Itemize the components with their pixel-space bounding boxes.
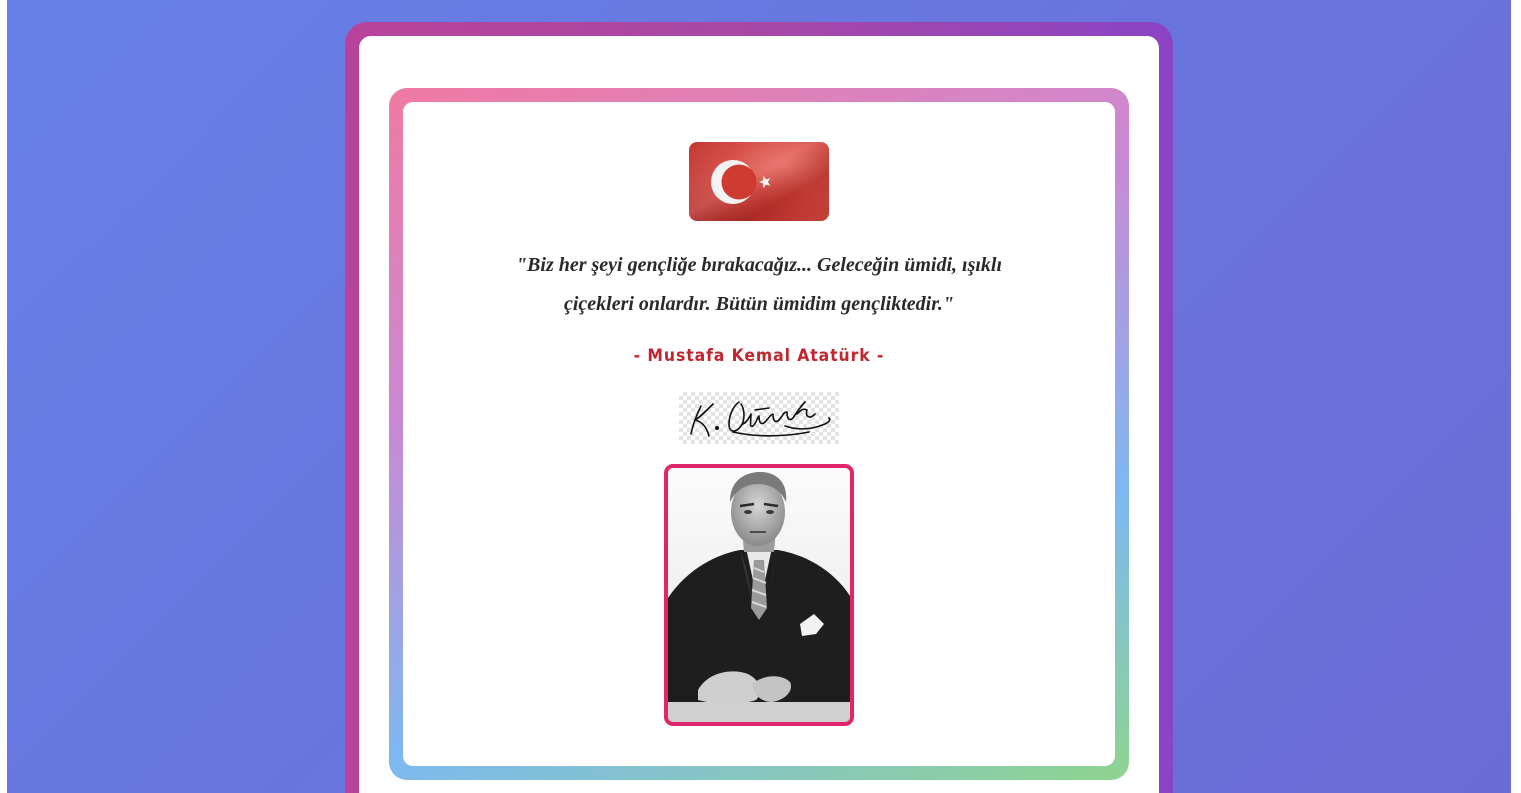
outer-frame: "Biz her şeyi gençliğe bırakacağız... Ge… — [345, 22, 1173, 793]
quote-text: "Biz her şeyi gençliğe bırakacağız... Ge… — [443, 246, 1075, 324]
portrait-photo — [664, 464, 854, 726]
author-name: - Mustafa Kemal Atatürk - — [633, 346, 885, 366]
quote-card-frame: "Biz her şeyi gençliğe bırakacağız... Ge… — [389, 88, 1129, 780]
page-background: "Biz her şeyi gençliğe bırakacağız... Ge… — [7, 0, 1511, 793]
quote-card: "Biz her şeyi gençliğe bırakacağız... Ge… — [403, 102, 1115, 766]
signature-image — [679, 392, 839, 444]
quote-line-1: "Biz her şeyi gençliğe bırakacağız... Ge… — [515, 254, 1003, 276]
turkish-flag-icon — [689, 142, 829, 221]
quote-line-2: çiçekleri onlardır. Bütün ümidim gençlik… — [563, 293, 955, 315]
